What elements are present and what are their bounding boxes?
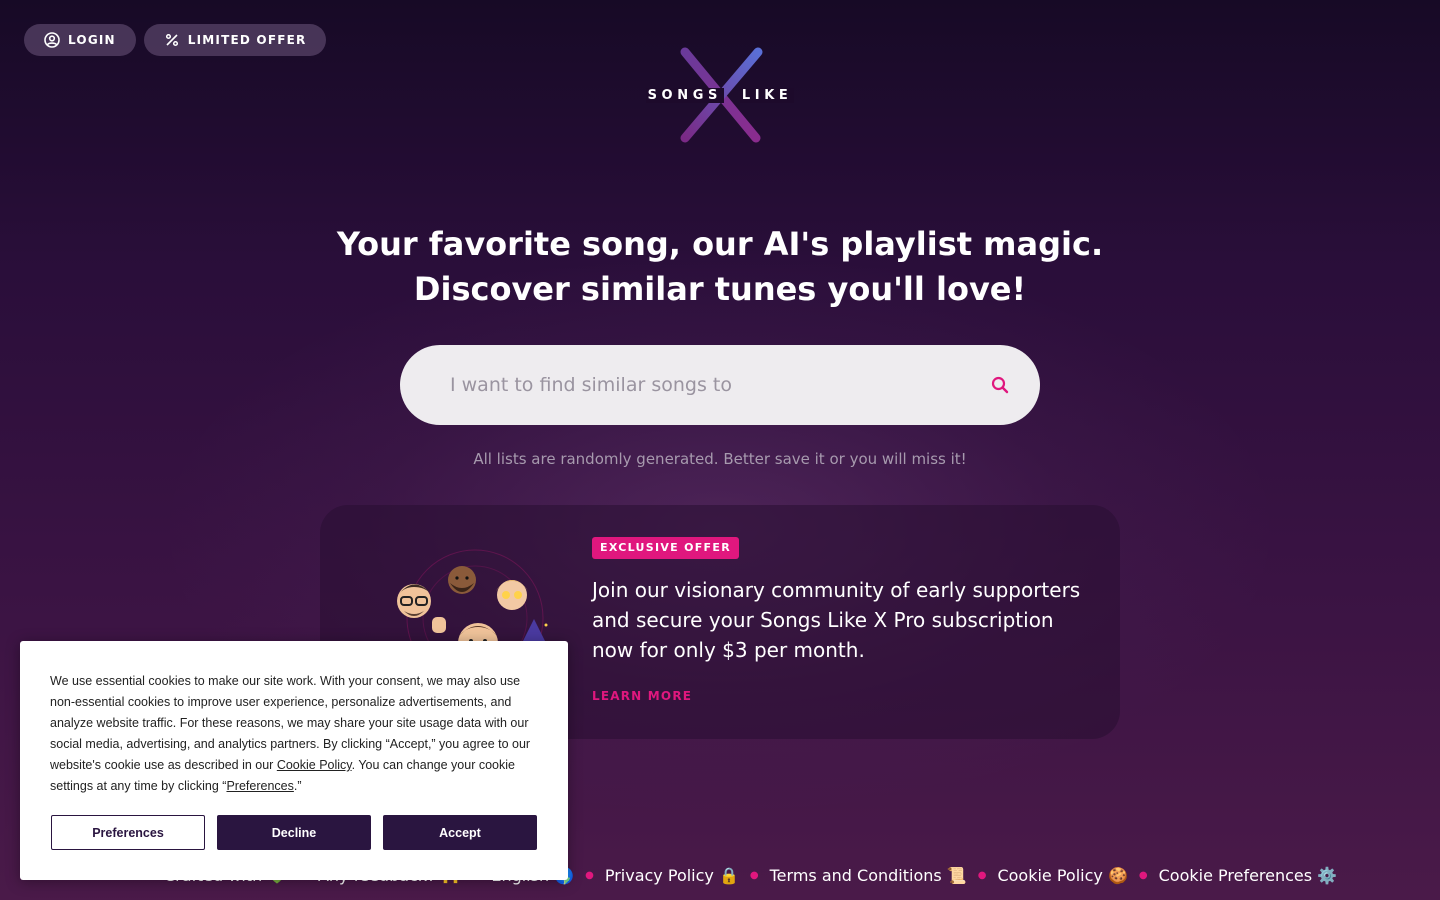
footer-item-privacy-policy[interactable]: Privacy Policy 🔒	[605, 866, 739, 885]
footer-separator: ●	[585, 870, 594, 881]
hero-line-2: Discover similar tunes you'll love!	[413, 270, 1027, 308]
cookie-consent-banner: We use essential cookies to make our sit…	[20, 641, 568, 880]
login-label: LOGIN	[68, 33, 116, 47]
footer-separator: ●	[1138, 870, 1148, 881]
randomness-note: All lists are randomly generated. Better…	[473, 450, 967, 468]
cookie-decline-button[interactable]: Decline	[217, 815, 371, 850]
login-button[interactable]: LOGIN	[24, 24, 136, 56]
cookie-preferences-button[interactable]: Preferences	[51, 815, 205, 850]
search-icon	[991, 376, 1009, 394]
cookie-consent-text: We use essential cookies to make our sit…	[50, 671, 542, 797]
cookie-accept-button[interactable]: Accept	[383, 815, 537, 850]
offer-description: Join our visionary community of early su…	[592, 578, 1081, 662]
cookie-buttons: Preferences Decline Accept	[51, 815, 537, 850]
cookie-preferences-link[interactable]: Preferences	[226, 779, 293, 793]
site-logo[interactable]: SONGS LIKE	[645, 44, 795, 148]
cookie-text-end: .”	[293, 779, 302, 793]
hero-headline: Your favorite song, our AI's playlist ma…	[0, 222, 1440, 312]
limited-offer-button[interactable]: LIMITED OFFER	[143, 24, 327, 56]
top-nav: LOGIN LIMITED OFFER	[24, 24, 327, 56]
song-search-input[interactable]	[450, 374, 988, 396]
footer-item-terms[interactable]: Terms and Conditions 📜	[770, 866, 967, 885]
percent-icon	[165, 33, 178, 47]
song-search-bar	[400, 345, 1040, 425]
footer-separator: ●	[749, 870, 759, 881]
limited-offer-label: LIMITED OFFER	[187, 33, 307, 47]
footer-separator: ●	[977, 870, 987, 881]
footer-item-cookie-preferences[interactable]: Cookie Preferences ⚙️	[1159, 866, 1338, 885]
logo-word-songs: SONGS	[645, 88, 724, 103]
footer-item-cookie-policy[interactable]: Cookie Policy 🍪	[997, 866, 1127, 885]
search-button[interactable]	[988, 373, 1012, 397]
logo-word-like: LIKE	[739, 88, 795, 103]
user-circle-icon	[44, 32, 60, 48]
learn-more-link[interactable]: LEARN MORE	[592, 689, 692, 703]
cookie-policy-link[interactable]: Cookie Policy	[277, 758, 352, 772]
exclusive-offer-badge: EXCLUSIVE OFFER	[592, 537, 739, 559]
logo-wordmark: SONGS LIKE	[645, 88, 795, 103]
hero-line-1: Your favorite song, our AI's playlist ma…	[336, 225, 1104, 263]
